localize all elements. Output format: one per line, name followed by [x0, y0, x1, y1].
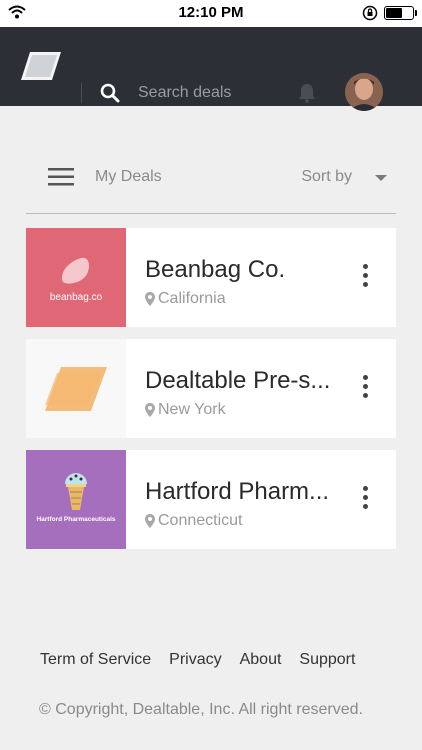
search-input[interactable] [138, 84, 278, 102]
terms-link[interactable]: Term of Service [40, 651, 151, 669]
deal-location: Connecticut [145, 512, 243, 530]
deal-logo-text: beanbag.co [49, 292, 103, 303]
ice-cream-icon [65, 473, 87, 510]
deal-location-text: New York [158, 401, 226, 418]
deal-name[interactable]: Dealtable Pre-s... [145, 367, 330, 395]
list-item[interactable]: Dealtable Pre-s... New York [26, 339, 396, 438]
chevron-down-icon[interactable] [375, 175, 387, 181]
deal-location-text: California [158, 290, 226, 307]
copyright-text: © Copyright, Dealtable, Inc. All right r… [39, 701, 363, 718]
my-deals-label: My Deals [95, 168, 162, 185]
navbar-divider [81, 83, 82, 103]
deal-location: New York [145, 401, 226, 419]
list-item[interactable]: Hartford Pharmaceuticals Hartford Pharm.… [26, 450, 396, 549]
bell-icon[interactable] [297, 82, 317, 104]
top-navbar [0, 27, 422, 111]
map-pin-icon [145, 403, 155, 417]
more-options-icon[interactable] [362, 486, 368, 509]
orientation-lock-icon [362, 5, 378, 21]
deal-name[interactable]: Beanbag Co. [145, 256, 285, 284]
deal-logo [26, 339, 126, 438]
dealtable-logo-icon [45, 366, 107, 411]
deal-location-text: Connecticut [158, 512, 243, 529]
map-pin-icon [145, 514, 155, 528]
deal-logo: beanbag.co [26, 228, 126, 327]
hamburger-menu-icon[interactable] [48, 167, 74, 187]
deal-location: California [145, 290, 226, 308]
privacy-link[interactable]: Privacy [169, 651, 221, 669]
deals-toolbar: My Deals Sort by [26, 160, 396, 214]
search-icon[interactable] [100, 83, 120, 103]
deal-logo-text: Hartford Pharmaceuticals [36, 516, 116, 523]
sort-by-dropdown[interactable]: Sort by [301, 168, 352, 186]
about-link[interactable]: About [240, 651, 282, 669]
list-item[interactable]: beanbag.co Beanbag Co. California [26, 228, 396, 327]
deal-list: beanbag.co Beanbag Co. California Dealta… [26, 228, 396, 561]
footer-links: Term of Service Privacy About Support [40, 651, 355, 669]
more-options-icon[interactable] [362, 264, 368, 287]
status-time: 12:10 PM [178, 4, 244, 21]
deal-logo: Hartford Pharmaceuticals [26, 450, 126, 549]
avatar[interactable] [345, 73, 383, 111]
status-bar: 12:10 PM [0, 0, 422, 27]
battery-icon [384, 6, 417, 20]
map-pin-icon [145, 292, 155, 306]
deal-name[interactable]: Hartford Pharm... [145, 478, 329, 506]
support-link[interactable]: Support [299, 651, 355, 669]
more-options-icon[interactable] [362, 375, 368, 398]
dealtable-logo-icon[interactable] [20, 50, 62, 82]
beanbag-logo-icon [61, 257, 89, 284]
